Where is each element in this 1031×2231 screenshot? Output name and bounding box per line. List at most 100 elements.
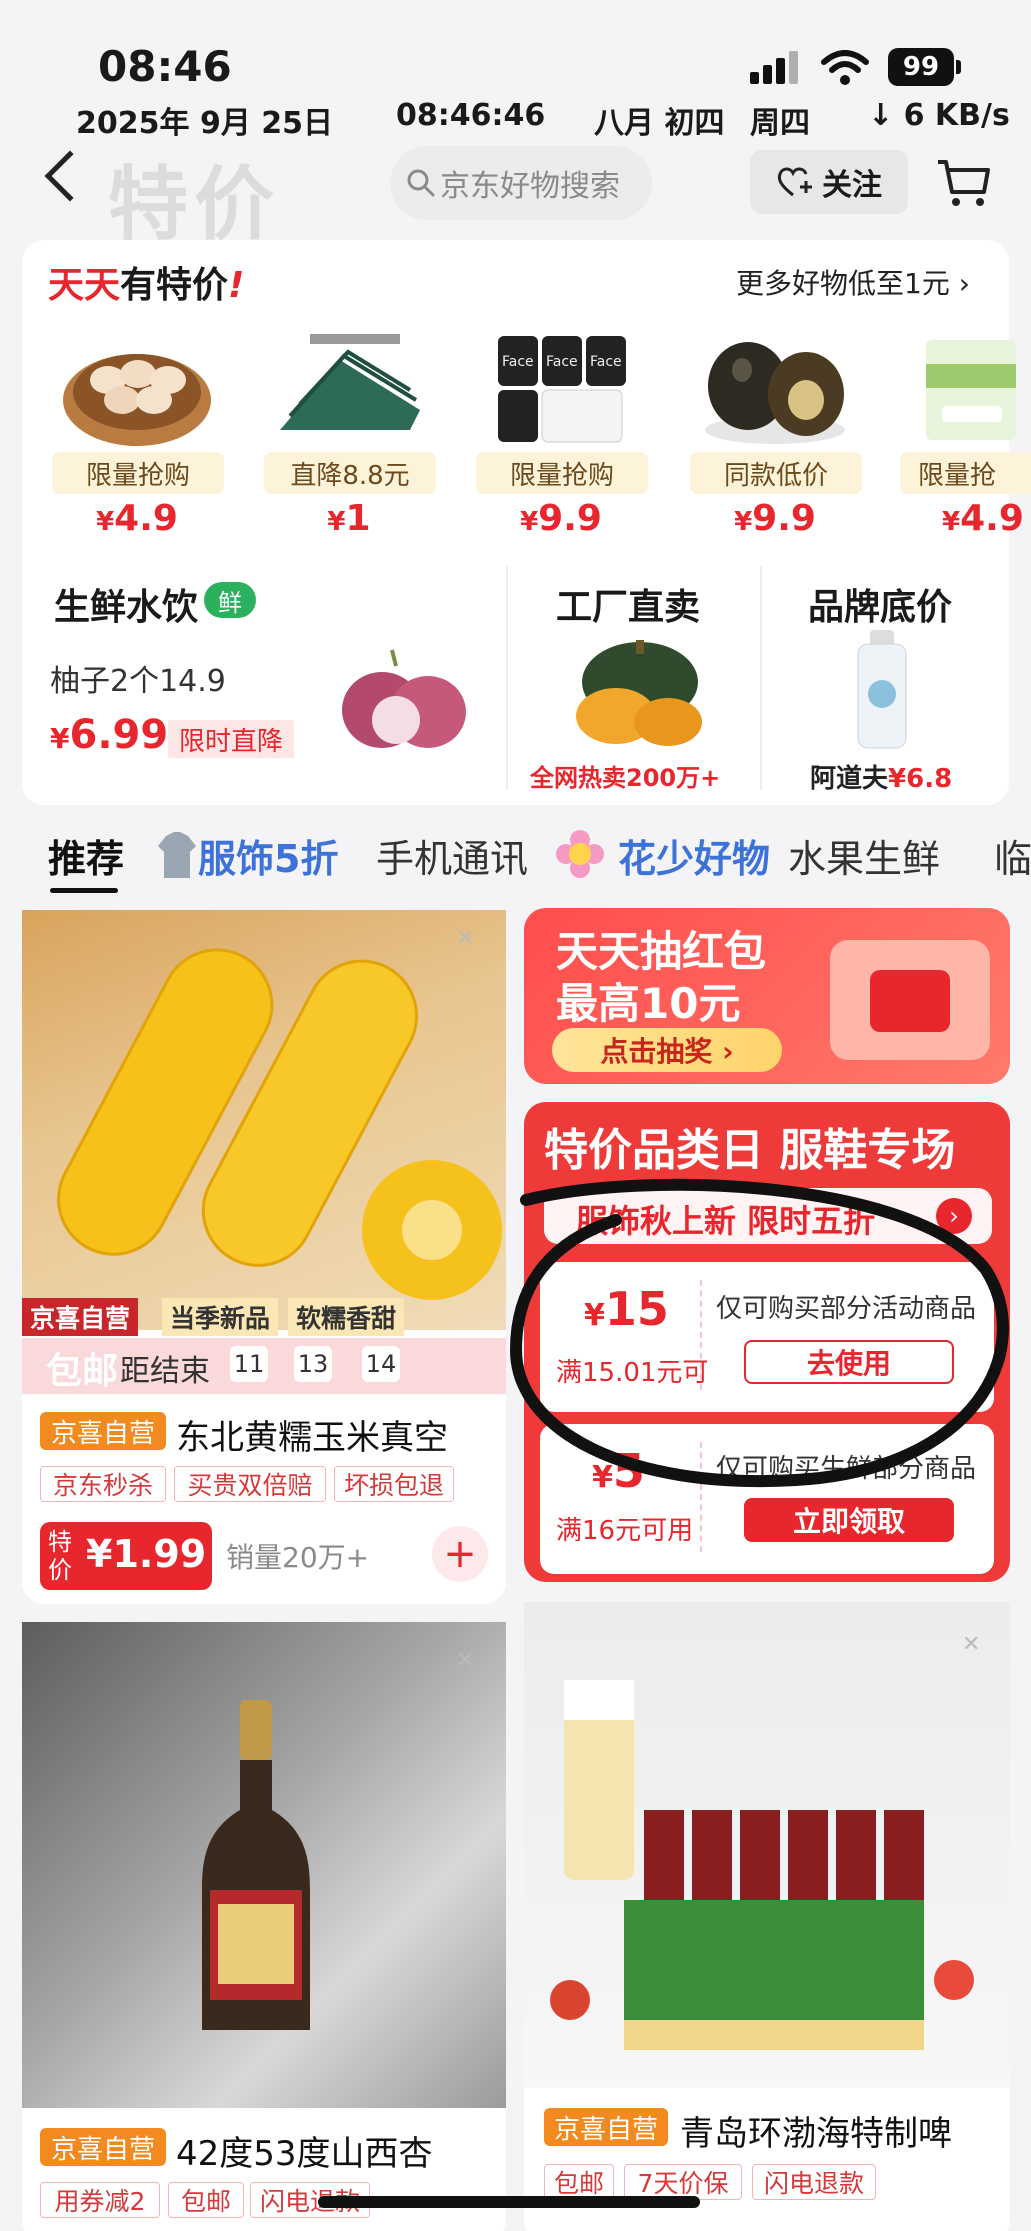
tab-apparel[interactable]: 服饰5折 — [198, 828, 338, 883]
deal-price: ¥1 — [327, 498, 371, 539]
deal-item[interactable]: 直降8.8元 ¥1 — [254, 320, 444, 540]
status-lunar: 八月 初四 — [594, 106, 725, 141]
countdown-label: 距结束 — [120, 1354, 210, 1389]
product-tag: 闪电退款 — [752, 2164, 876, 2200]
eggs-icon — [63, 354, 211, 446]
product-name: 东北黄糯玉米真空 — [176, 1418, 448, 1458]
search-placeholder: 京东好物搜索 — [440, 169, 620, 204]
napkin-icon — [926, 340, 1016, 440]
jacket-icon — [158, 832, 196, 878]
fresh-subtitle: 柚子2个14.9 — [50, 664, 226, 699]
tab-phones[interactable]: 手机通讯 — [376, 828, 528, 883]
divider — [760, 566, 762, 790]
deal-price: ¥9.9 — [520, 498, 602, 539]
more-deals-link[interactable]: 更多好物低至1元 › — [736, 262, 970, 302]
tab-huashao[interactable]: 花少好物 — [618, 828, 770, 883]
home-indicator[interactable] — [318, 2196, 700, 2208]
category-tabs: 推荐 服饰5折 手机通讯 花少好物 水果生鲜 临 — [0, 828, 1031, 898]
red-envelope-inner — [870, 970, 950, 1032]
countdown-minutes: 13 — [294, 1346, 332, 1382]
status-clock: 08:46:46 — [396, 98, 546, 133]
deal-price: ¥4.9 — [96, 498, 178, 539]
status-speed: ↓ 6 KB/s — [868, 98, 1010, 133]
fresh-title: 生鲜水饮 — [54, 587, 199, 628]
cart-icon[interactable] — [934, 152, 994, 212]
battery-tip — [956, 60, 961, 74]
close-icon[interactable]: ✕ — [456, 1648, 474, 1673]
heart-plus-icon — [777, 167, 812, 197]
factory-subtitle: 全网热卖200万+ — [530, 764, 721, 792]
svg-text:Face: Face — [502, 354, 534, 370]
corn-ribbons: 京喜自营 当季新品 软糯香甜 — [22, 1298, 506, 1338]
search-icon — [407, 169, 435, 197]
fresh-tag: 限时直降 — [168, 720, 294, 758]
hangers-icon — [280, 334, 420, 430]
lottery-title: 天天抽红包 最高10元 — [556, 927, 767, 1028]
ribbon-new: 当季新品 — [162, 1298, 279, 1336]
countdown-hours: 11 — [230, 1346, 268, 1382]
product-tag: 京东秒杀 — [40, 1466, 166, 1502]
shampoo-bottle-icon — [857, 630, 907, 749]
status-time: 08:46 — [98, 42, 232, 91]
corn-icon — [57, 948, 502, 1300]
annotation-circle — [509, 1178, 1009, 1487]
deal-tag: 限量抢购 — [52, 452, 224, 494]
preserved-egg-icon — [705, 342, 845, 444]
tab-recommend[interactable]: 推荐 — [48, 828, 124, 883]
deal-tag: 同款低价 — [690, 452, 862, 494]
daily-deals-title-black: 有特价 — [120, 265, 229, 306]
tab-indicator — [50, 888, 118, 893]
back-icon[interactable] — [44, 150, 96, 202]
deal-price: ¥9.9 — [734, 498, 816, 539]
search-input[interactable]: 京东好物搜索 — [390, 146, 652, 220]
tab-fruit[interactable]: 水果生鲜 — [788, 828, 940, 883]
factory-title: 工厂直卖 — [556, 587, 701, 628]
jx-badge: 京喜自营 — [544, 2108, 668, 2146]
close-icon[interactable]: ✕ — [456, 926, 474, 951]
countdown-seconds: 14 — [362, 1346, 400, 1382]
deal-item[interactable]: 限量抢 ¥4.9 — [890, 320, 1031, 540]
product-tag: 包邮 — [168, 2182, 244, 2218]
divider — [506, 566, 508, 790]
wifi-icon — [821, 50, 869, 85]
tissue-icon: Face Face Face — [498, 336, 626, 443]
deal-price: ¥4.9 — [942, 498, 1024, 539]
close-icon[interactable]: ✕ — [962, 1632, 980, 1657]
svg-text:Face: Face — [590, 354, 622, 370]
tab-more[interactable]: 临 — [994, 828, 1031, 883]
brand-title: 品牌底价 — [808, 587, 953, 628]
follow-button[interactable]: 关注 — [750, 150, 908, 214]
pumpkin-icon — [576, 640, 702, 746]
signal-icon — [750, 51, 798, 84]
special-label: 特价 — [48, 1528, 72, 1584]
liquor-bottle-icon — [202, 1700, 310, 2030]
deal-item[interactable]: 同款低价 ¥9.9 — [680, 320, 870, 540]
deal-tag: 直降8.8元 — [264, 452, 436, 494]
lottery-button[interactable]: 点击抽奖 › — [552, 1028, 782, 1072]
onion-icon — [342, 649, 466, 748]
more-deals-label: 更多好物低至1元 — [736, 267, 950, 300]
product-tag: 7天价保 — [624, 2164, 742, 2200]
daily-deals-title: 天天有特价! — [48, 265, 245, 306]
jx-badge: 京喜自营 — [40, 1412, 166, 1450]
beer-cans-icon — [550, 1680, 974, 2050]
ribbon-jx: 京喜自营 — [22, 1298, 139, 1336]
svg-text:Face: Face — [546, 354, 578, 370]
jx-badge: 京喜自营 — [40, 2128, 166, 2166]
status-weekday: 周四 — [750, 106, 810, 141]
special-price-badge: 特价 ¥1.99 — [40, 1522, 212, 1590]
special-price: ¥1.99 — [86, 1532, 207, 1576]
flower-icon — [556, 830, 604, 878]
product-tag: 包邮 — [544, 2164, 614, 2200]
add-to-cart-button[interactable]: + — [432, 1526, 488, 1582]
deal-item[interactable]: Face Face Face 限量抢购 ¥9.9 — [466, 320, 656, 540]
follow-label: 关注 — [822, 168, 882, 203]
deal-item[interactable]: 限量抢购 ¥4.9 — [42, 320, 232, 540]
chevron-right-icon: › — [958, 267, 970, 300]
fresh-badge: 鲜 — [204, 582, 256, 618]
sold-count: 销量20万+ — [226, 1541, 370, 1574]
deal-tag: 限量抢 — [900, 452, 1031, 494]
brand-subtitle: 阿道夫¥6.8 — [810, 764, 953, 794]
deal-tag: 限量抢购 — [476, 452, 648, 494]
daily-deals-title-red: 天天 — [48, 265, 121, 306]
